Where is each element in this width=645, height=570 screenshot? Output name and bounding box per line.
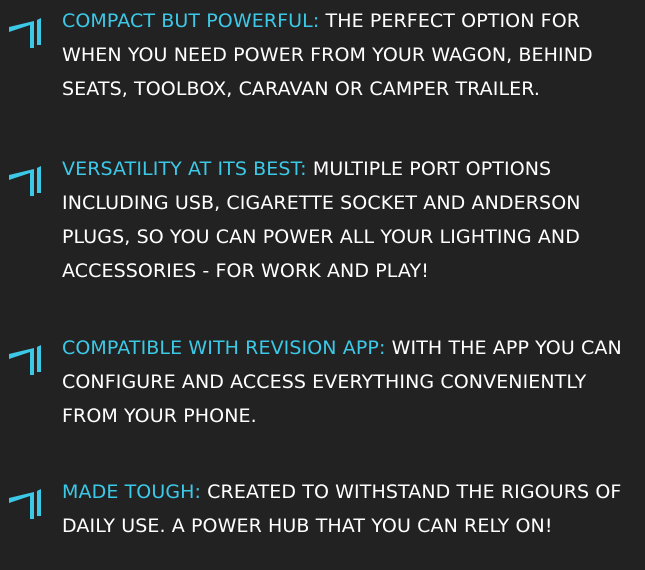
feature-lead: VERSATILITY AT ITS BEST:: [62, 158, 307, 180]
angled-arrow-bullet-icon: [9, 166, 41, 196]
feature-lead: COMPATIBLE WITH REVISION APP:: [62, 337, 386, 359]
feature-lead: COMPACT BUT POWERFUL:: [62, 10, 320, 32]
angled-arrow-bullet-icon: [9, 345, 41, 375]
angled-arrow-bullet-icon: [9, 18, 41, 48]
feature-lead: MADE TOUGH:: [62, 481, 202, 503]
feature-text: COMPATIBLE WITH REVISION APP: WITH THE A…: [62, 331, 642, 433]
angled-arrow-bullet-icon: [9, 489, 41, 519]
feature-text: MADE TOUGH: CREATED TO WITHSTAND THE RIG…: [62, 475, 642, 543]
feature-text: COMPACT BUT POWERFUL: THE PERFECT OPTION…: [62, 4, 642, 106]
feature-text: VERSATILITY AT ITS BEST: MULTIPLE PORT O…: [62, 152, 642, 288]
feature-list: COMPACT BUT POWERFUL: THE PERFECT OPTION…: [0, 0, 645, 570]
